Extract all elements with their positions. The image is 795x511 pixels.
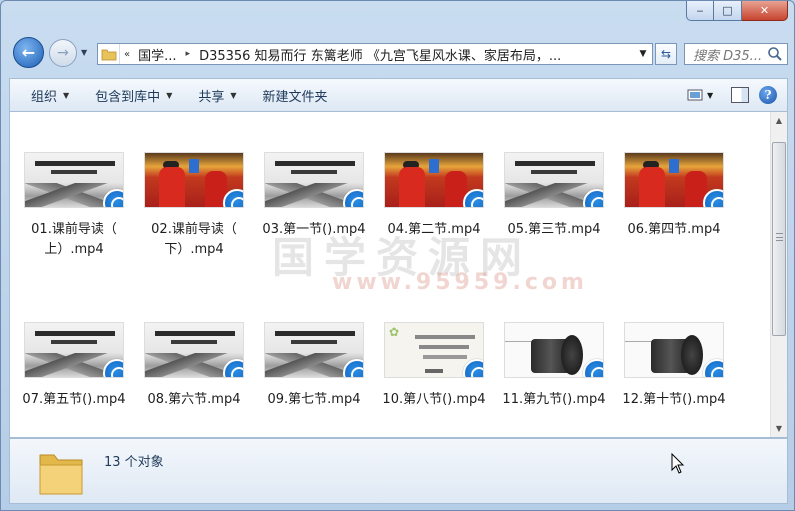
search-placeholder: 搜索 D35...: [693, 48, 763, 64]
file-name: 02.课前导读（ 下）.mp4: [151, 222, 237, 257]
video-thumbnail: [504, 322, 604, 378]
item-count: 13 个对象: [104, 455, 164, 470]
video-thumbnail: [264, 322, 364, 378]
address-overflow-chevron[interactable]: «: [120, 49, 134, 60]
search-icon: [768, 47, 782, 61]
back-arrow-icon: ←: [21, 43, 36, 62]
video-thumbnail: [384, 152, 484, 208]
watermark-url: www.95959.com: [332, 270, 588, 295]
recent-pages-dropdown[interactable]: ▼: [81, 48, 87, 57]
file-item[interactable]: 05.第三节.mp4: [498, 152, 610, 240]
video-thumbnail: [144, 152, 244, 208]
file-name: 04.第二节.mp4: [387, 222, 481, 237]
vertical-scrollbar[interactable]: ▲ ▼: [770, 112, 787, 437]
forward-arrow-icon: →: [57, 45, 69, 61]
command-bar: 组织 ▼ 包含到库中 ▼ 共享 ▼ 新建文件夹 ▼ ?: [9, 78, 788, 111]
file-name: 07.第五节().mp4: [22, 392, 126, 407]
file-item[interactable]: 08.第六节.mp4: [138, 322, 250, 410]
video-thumbnail: ✿: [384, 322, 484, 378]
chevron-down-icon: ▼: [63, 90, 70, 100]
share-label: 共享: [198, 89, 225, 105]
file-item[interactable]: 02.课前导读（ 下）.mp4: [138, 152, 250, 260]
file-name: 03.第一节().mp4: [262, 222, 366, 237]
chevron-down-icon: ▼: [707, 90, 714, 100]
view-icon: [687, 89, 703, 101]
back-button[interactable]: ←: [13, 37, 44, 68]
file-item[interactable]: 12.第十节().mp4: [618, 322, 730, 410]
search-input[interactable]: 搜索 D35...: [684, 43, 788, 65]
refresh-icon: ⇆: [660, 47, 672, 61]
maximize-button[interactable]: □: [714, 1, 742, 21]
toolbar-right: ▼ ?: [687, 85, 777, 105]
breadcrumb-separator-icon[interactable]: ▸: [181, 49, 196, 59]
file-name: 01.课前导读（ 上）.mp4: [31, 222, 117, 257]
scroll-down-icon[interactable]: ▼: [771, 420, 787, 437]
chevron-down-icon: ▼: [166, 90, 173, 100]
address-bar[interactable]: « 国学... ▸ D35356 知易而行 东篱老师 《九宫飞星风水课、家居布局…: [97, 43, 653, 65]
organize-label: 组织: [31, 89, 58, 105]
video-thumbnail: [24, 322, 124, 378]
file-item[interactable]: 07.第五节().mp4: [18, 322, 130, 410]
include-library-label: 包含到库中: [95, 89, 161, 105]
breadcrumb-segment[interactable]: 国学...: [134, 45, 180, 64]
file-name: 11.第九节().mp4: [502, 392, 606, 407]
caption-buttons: ‒ □ ✕: [686, 1, 788, 21]
video-thumbnail: [144, 322, 244, 378]
media-player-icon: [703, 359, 723, 377]
folder-icon: [98, 44, 120, 64]
forward-button[interactable]: →: [49, 39, 77, 67]
include-library-menu[interactable]: 包含到库中 ▼: [82, 79, 185, 111]
file-item[interactable]: 09.第七节.mp4: [258, 322, 370, 410]
file-item[interactable]: 01.课前导读（ 上）.mp4: [18, 152, 130, 260]
media-player-icon: [463, 359, 483, 377]
file-item[interactable]: 04.第二节.mp4: [378, 152, 490, 240]
scroll-up-icon[interactable]: ▲: [771, 112, 787, 129]
chevron-down-icon: ▼: [230, 90, 237, 100]
video-thumbnail: [624, 322, 724, 378]
close-button[interactable]: ✕: [742, 1, 788, 21]
file-item[interactable]: 11.第九节().mp4: [498, 322, 610, 410]
scrollbar-thumb[interactable]: [772, 142, 786, 336]
file-list[interactable]: 国学资源网 www.95959.com 01.课前导读（ 上）.mp4 02.课前…: [9, 111, 788, 438]
explorer-window: ‒ □ ✕ ← → ▼ « 国学... ▸ D35356 知易而行 东篱老师 《…: [0, 0, 795, 511]
breadcrumb-segment[interactable]: D35356 知易而行 东篱老师 《九宫飞星风水课、家居布局，...: [195, 45, 565, 64]
new-folder-label: 新建文件夹: [262, 89, 328, 105]
file-name: 06.第四节.mp4: [627, 222, 721, 237]
share-menu[interactable]: 共享 ▼: [185, 79, 249, 111]
file-name: 05.第三节.mp4: [507, 222, 601, 237]
file-name: 12.第十节().mp4: [622, 392, 726, 407]
video-thumbnail: [24, 152, 124, 208]
preview-pane-button[interactable]: [731, 87, 749, 103]
help-button[interactable]: ?: [759, 86, 777, 104]
file-name: 08.第六节.mp4: [147, 392, 241, 407]
video-thumbnail: [504, 152, 604, 208]
refresh-button[interactable]: ⇆: [655, 43, 677, 65]
organize-menu[interactable]: 组织 ▼: [18, 79, 82, 111]
file-item[interactable]: ✿ 10.第八节().mp4: [378, 322, 490, 410]
mouse-cursor-icon: [671, 453, 685, 474]
new-folder-button[interactable]: 新建文件夹: [250, 79, 341, 111]
file-name: 10.第八节().mp4: [382, 392, 486, 407]
change-view-button[interactable]: ▼: [687, 85, 721, 105]
video-thumbnail: [624, 152, 724, 208]
file-item[interactable]: 03.第一节().mp4: [258, 152, 370, 240]
folder-icon: [39, 454, 83, 495]
file-item[interactable]: 06.第四节.mp4: [618, 152, 730, 240]
minimize-button[interactable]: ‒: [686, 1, 714, 21]
media-player-icon: [583, 359, 603, 377]
file-name: 09.第七节.mp4: [267, 392, 361, 407]
video-thumbnail: [264, 152, 364, 208]
address-dropdown-icon[interactable]: ▼: [634, 44, 652, 64]
